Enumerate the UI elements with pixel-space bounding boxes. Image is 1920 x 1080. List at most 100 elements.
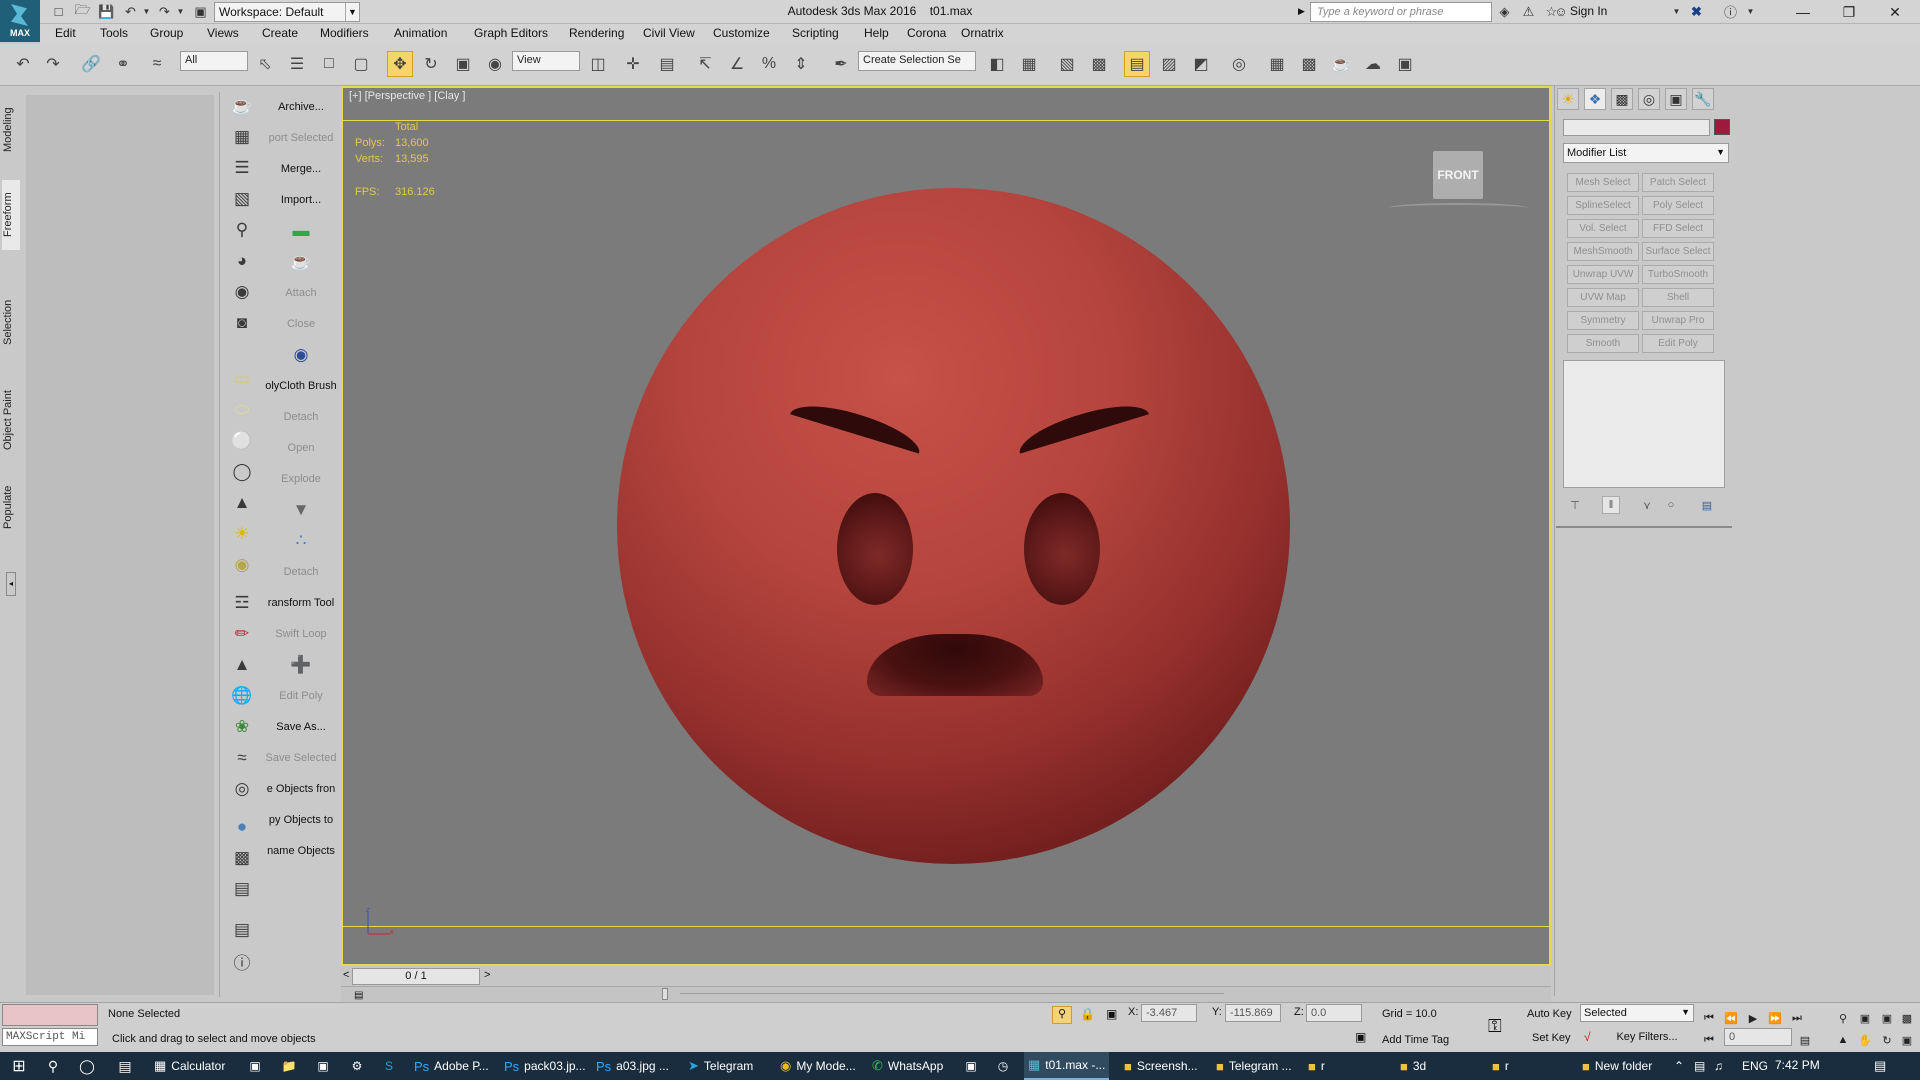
configure-modifier-sets-icon[interactable]: ▤ xyxy=(1698,496,1716,514)
grass-icon[interactable]: ❀ xyxy=(229,714,255,740)
script-button-name-objects[interactable]: name Objects xyxy=(263,839,339,863)
cortana-icon[interactable]: ◯ xyxy=(74,1052,100,1080)
menu-group[interactable]: Group xyxy=(150,26,183,40)
restore-button[interactable]: ❐ xyxy=(1826,0,1872,24)
ellipse-icon[interactable]: ⬭ xyxy=(229,397,255,423)
modifier-button-patch-select[interactable]: Patch Select xyxy=(1642,173,1714,192)
create-tab-icon[interactable]: ☀ xyxy=(1557,88,1579,110)
modifier-button-unwrap-uvw[interactable]: Unwrap UVW xyxy=(1567,265,1639,284)
modify-tab-icon[interactable]: ❖ xyxy=(1584,88,1606,110)
open-file-icon[interactable]: 🗁 xyxy=(74,2,91,20)
y-coordinate-field[interactable]: -115.869 xyxy=(1225,1004,1281,1022)
ribbon-tab-selection[interactable]: Selection xyxy=(2,290,20,354)
zoom-extents-icon[interactable]: ▣ xyxy=(1878,1010,1896,1026)
modifier-list-dropdown[interactable]: Modifier List ▼ xyxy=(1563,143,1729,163)
maxscript-mini-listener[interactable]: MAXScript Mi xyxy=(2,1028,98,1046)
taskbar-app-chrome[interactable]: ◉ My Mode... xyxy=(776,1052,860,1080)
globe-icon[interactable]: 🌐 xyxy=(229,683,255,709)
menu-animation[interactable]: Animation xyxy=(394,26,447,40)
camera-icon[interactable]: ◕ xyxy=(229,248,255,274)
link-icon[interactable]: 🔗 xyxy=(78,51,104,77)
project-folder-icon[interactable]: ▣ xyxy=(192,3,209,20)
field-of-view-icon[interactable]: ▲ xyxy=(1834,1032,1852,1048)
undo-icon[interactable]: ↶ xyxy=(10,51,36,77)
next-frame-icon[interactable]: ⏩ xyxy=(1766,1010,1784,1026)
modifier-button-splineselect[interactable]: SplineSelect xyxy=(1567,196,1639,215)
isolate-selection-icon[interactable]: ⚲ xyxy=(1052,1006,1072,1024)
taskbar-app-new-folder[interactable]: ■ New folder xyxy=(1578,1052,1656,1080)
network-icon[interactable]: ▤ xyxy=(1690,1052,1709,1080)
app-icon[interactable]: ▣ xyxy=(960,1052,982,1080)
window-crossing-icon[interactable]: ▢ xyxy=(348,51,374,77)
light-icon[interactable]: ⚲ xyxy=(229,217,255,243)
manipulate-icon[interactable]: ✛ xyxy=(620,51,646,77)
pin-stack-icon[interactable]: ⊤ xyxy=(1566,496,1584,514)
modifier-button-shell[interactable]: Shell xyxy=(1642,288,1714,307)
hair-icon[interactable]: ≈ xyxy=(229,745,255,771)
redo-dropdown-icon[interactable]: ▼ xyxy=(172,3,189,20)
modifier-button-uvw-map[interactable]: UVW Map xyxy=(1567,288,1639,307)
time-tag-icon[interactable]: ▣ xyxy=(1355,1030,1366,1044)
qr-icon[interactable]: ◉ xyxy=(263,343,339,367)
viewport-label-menu[interactable]: [+] [Perspective ] [Clay ] xyxy=(349,90,465,102)
help-icon[interactable]: ⓘ xyxy=(229,948,255,974)
script-button-e-objects-fron[interactable]: e Objects fron xyxy=(263,777,339,801)
application-menu-button[interactable]: MAX xyxy=(0,0,40,42)
named-selection-dropdown[interactable]: Create Selection Se xyxy=(858,51,976,71)
material-editor-icon[interactable]: ◎ xyxy=(1226,51,1252,77)
modifier-button-unwrap-pro[interactable]: Unwrap Pro xyxy=(1642,311,1714,330)
modifier-button-ffd-select[interactable]: FFD Select xyxy=(1642,219,1714,238)
select-object-icon[interactable]: ⬁ xyxy=(252,51,278,77)
taskbar-app-telegram[interactable]: ➤ Telegram xyxy=(684,1052,757,1080)
binoculars-icon[interactable]: ◈ xyxy=(1496,3,1513,20)
undo-dropdown-icon[interactable]: ▼ xyxy=(138,3,155,20)
zoom-all-icon[interactable]: ▣ xyxy=(1856,1010,1874,1026)
viewcube-compass-ring[interactable] xyxy=(1388,203,1528,213)
color-bars-icon[interactable]: ▤ xyxy=(229,876,255,902)
undo-icon[interactable]: ↶ xyxy=(122,3,139,20)
align-icon[interactable]: ▦ xyxy=(1016,51,1042,77)
list-icon[interactable]: ☰ xyxy=(229,155,255,181)
show-end-result-icon[interactable]: ‖ xyxy=(1602,496,1620,514)
set-key-button[interactable]: Set Key xyxy=(1532,1032,1571,1044)
exchange-apps-icon[interactable]: ✖ xyxy=(1688,3,1705,20)
mirror-icon[interactable]: ◧ xyxy=(984,51,1010,77)
workspace-dropdown[interactable]: Workspace: Default ▼ xyxy=(214,2,360,22)
close-window-button[interactable]: ✕ xyxy=(1872,0,1918,24)
modifier-button-surface-select[interactable]: Surface Select xyxy=(1642,242,1714,261)
search-expand-icon[interactable]: ▶ xyxy=(1298,6,1305,17)
sign-in-dropdown-icon[interactable]: ▼ xyxy=(1668,3,1685,20)
hierarchy-tab-icon[interactable]: ▩ xyxy=(1611,88,1633,110)
key-mode-toggle-icon[interactable]: ⏮ xyxy=(1700,1032,1718,1048)
utilities-tab-icon[interactable]: 🔧 xyxy=(1692,88,1714,110)
menu-ornatrix[interactable]: Ornatrix xyxy=(961,26,1004,40)
object-color-swatch[interactable] xyxy=(1714,119,1730,135)
menu-rendering[interactable]: Rendering xyxy=(569,26,624,40)
material-icon[interactable]: ◉ xyxy=(229,279,255,305)
layers-icon[interactable]: ☲ xyxy=(229,590,255,616)
taskbar-app-3d[interactable]: ■ 3d xyxy=(1396,1052,1430,1080)
add-time-tag[interactable]: Add Time Tag xyxy=(1382,1034,1449,1046)
dots-icon[interactable]: ∴ xyxy=(263,529,339,553)
zoom-icon[interactable]: ⚲ xyxy=(1834,1010,1852,1026)
sky-icon[interactable]: ◉ xyxy=(229,552,255,578)
modifier-button-turbosmooth[interactable]: TurboSmooth xyxy=(1642,265,1714,284)
save-file-icon[interactable]: 💾 xyxy=(98,3,115,20)
table-icon[interactable]: ▧ xyxy=(229,186,255,212)
notifications-icon[interactable]: ▤ xyxy=(1870,1052,1890,1080)
menu-tools[interactable]: Tools xyxy=(100,26,128,40)
script-button-import[interactable]: Import... xyxy=(263,188,339,212)
select-and-scale-icon[interactable]: ▣ xyxy=(450,51,476,77)
select-and-place-icon[interactable]: ◉ xyxy=(482,51,508,77)
orbit-icon[interactable]: ↻ xyxy=(1878,1032,1896,1048)
key-mode-selection-dropdown[interactable]: Selected ▼ xyxy=(1580,1004,1694,1022)
ribbon-expand-icon[interactable]: ◂ xyxy=(6,572,16,596)
language-indicator[interactable]: ENG xyxy=(1738,1052,1772,1080)
ribbon-tab-object-paint[interactable]: Object Paint xyxy=(2,380,20,460)
time-slider-next-icon[interactable]: > xyxy=(484,969,490,981)
modifier-stack[interactable] xyxy=(1563,360,1725,488)
blue-sphere-icon[interactable]: ● xyxy=(229,814,255,840)
calendar-icon[interactable]: ▦ xyxy=(229,124,255,150)
percent-snap-icon[interactable]: % xyxy=(756,51,782,77)
remove-modifier-icon[interactable]: ○ xyxy=(1662,496,1680,514)
